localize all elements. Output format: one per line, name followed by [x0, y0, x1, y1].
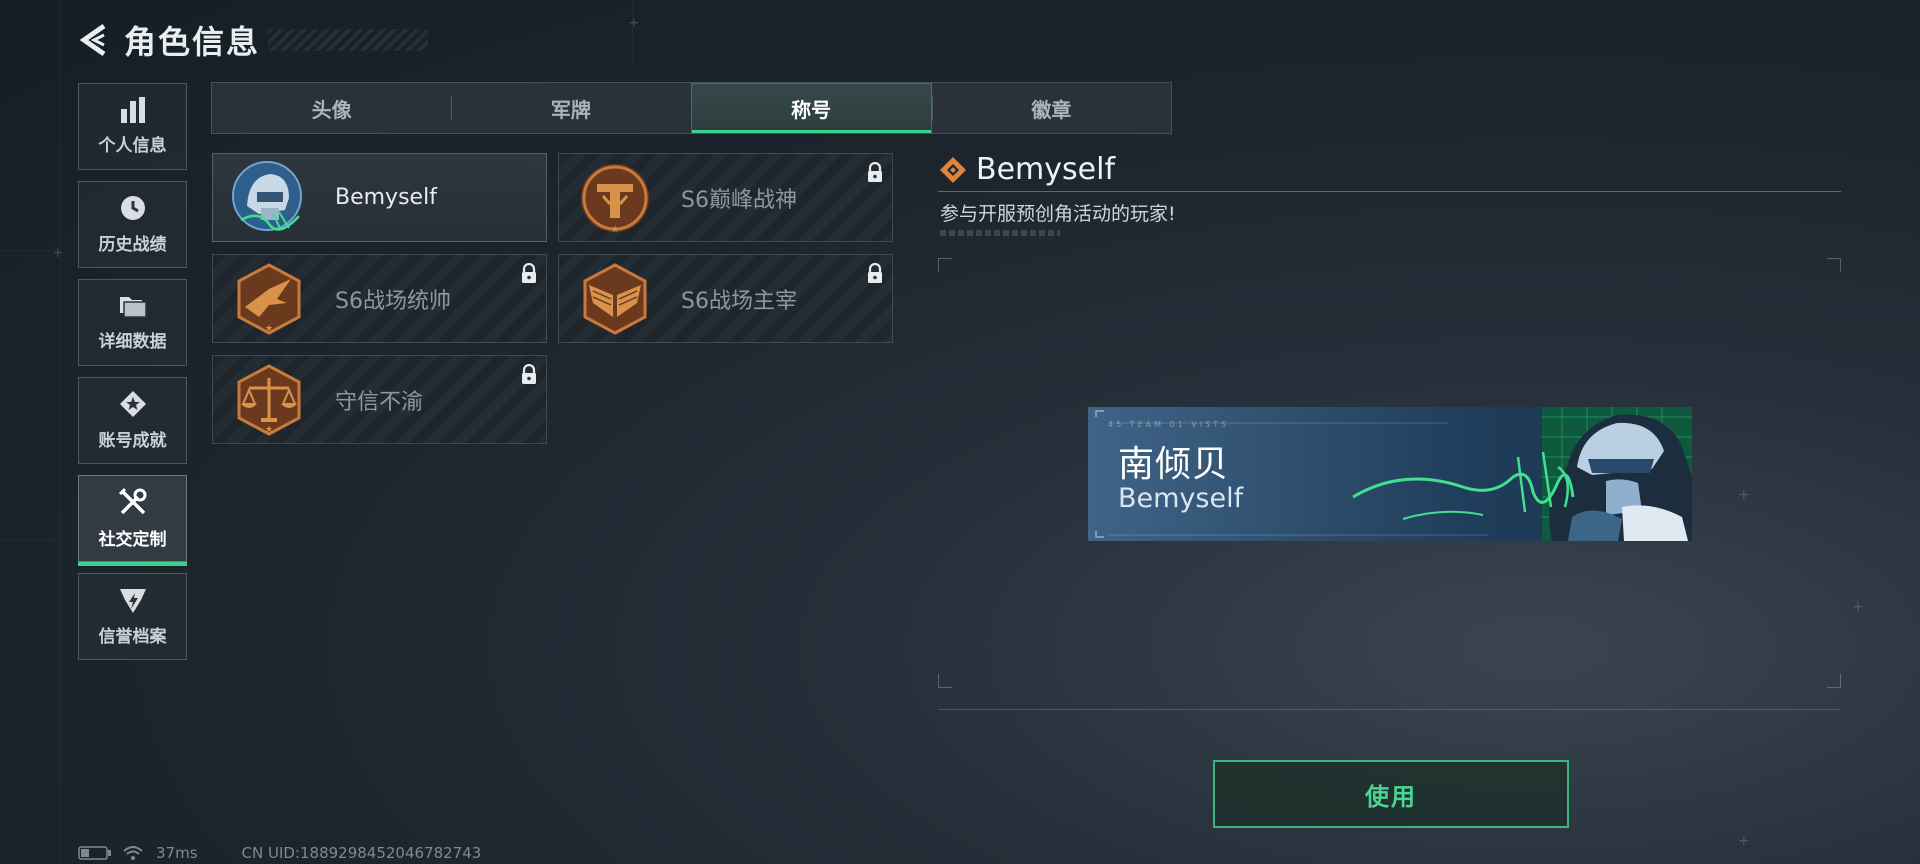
tab-dogtag[interactable]: 军牌: [451, 83, 690, 133]
svg-text:★: ★: [611, 225, 619, 235]
sidebar-item-reputation[interactable]: 信誉档案: [78, 573, 187, 660]
wifi-icon: [123, 846, 143, 860]
use-button[interactable]: 使用: [1213, 760, 1569, 828]
sidebar-item-label: 社交定制: [98, 530, 167, 550]
bg-plus-mark: +: [1852, 599, 1864, 615]
scales-emblem-icon: ★: [237, 363, 301, 436]
lock-icon: [868, 162, 882, 182]
title-card-name: Bemyself: [335, 185, 437, 210]
bg-plus-mark: +: [628, 15, 640, 31]
title-card-s6-dominator[interactable]: S6战场主宰: [558, 254, 893, 343]
signature-icon: [1352, 451, 1575, 520]
lock-icon: [522, 364, 536, 384]
bg-plus-mark: +: [52, 245, 64, 261]
bg-grid-line: [60, 0, 61, 864]
title-decoration: [268, 29, 429, 51]
lock-icon: [868, 263, 882, 283]
wings-emblem-icon: [583, 262, 647, 335]
frame-corner: [1827, 674, 1841, 688]
sidebar-item-label: 个人信息: [98, 136, 167, 156]
bg-plus-mark: +: [1738, 833, 1750, 849]
sidebar-item-label: 信誉档案: [98, 627, 167, 647]
jet-emblem-icon: ★: [237, 262, 301, 335]
divider: [938, 191, 1841, 192]
sidebar-item-label: 历史战绩: [98, 235, 167, 255]
sidebar-item-achievements[interactable]: 账号成就: [78, 377, 187, 464]
ping-readout: 37ms: [156, 844, 198, 862]
sidebar-item-social[interactable]: 社交定制: [78, 475, 187, 566]
shield-icon: [119, 589, 146, 613]
bar-chart-icon: [120, 97, 145, 123]
uid-text: CN UID:1889298452046782743: [241, 844, 482, 862]
use-button-label: 使用: [1365, 782, 1417, 811]
divider: [938, 709, 1841, 710]
frame-corner: [938, 674, 952, 688]
title-card-faithful[interactable]: ★ 守信不渝: [212, 355, 547, 444]
bg-grid-line: [0, 250, 60, 251]
clock-icon: [120, 196, 145, 220]
tab-bar: 头像 军牌 称号 徽章: [211, 82, 1172, 134]
battery-icon: [78, 846, 111, 860]
frame-corner: [1827, 258, 1841, 272]
detail-header: Bemyself: [938, 152, 1115, 187]
chevron-left-icon: [80, 23, 106, 57]
description-decoration: [940, 230, 1060, 236]
helmet-avatar-icon: [232, 160, 302, 231]
svg-text:★: ★: [265, 425, 273, 435]
title-banner-preview: 45 TEAM 01 VISTS 南倾贝 Bemyself: [1088, 407, 1692, 541]
status-bar: 37ms CN UID:1889298452046782743: [78, 844, 481, 862]
title-card-name: S6巅峰战神: [681, 187, 797, 213]
title-card-name: S6战场主宰: [681, 288, 797, 314]
tab-avatar[interactable]: 头像: [212, 83, 451, 133]
sidebar-item-history[interactable]: 历史战绩: [78, 181, 187, 268]
detail-description: 参与开服预创角活动的玩家!: [940, 203, 1176, 225]
tools-icon: [118, 487, 146, 515]
sidebar: 个人信息 历史战绩 详细数据 账号成就 社交定制 信誉档案: [78, 83, 187, 671]
lock-icon: [522, 263, 536, 283]
detail-title-name: Bemyself: [976, 152, 1115, 187]
sidebar-item-personal-info[interactable]: 个人信息: [78, 83, 187, 170]
achievement-icon: [119, 391, 146, 417]
banner-name-cn: 南倾贝: [1118, 444, 1230, 485]
bg-grid-line: [632, 0, 633, 64]
page-header: 角色信息: [78, 18, 429, 62]
back-button[interactable]: [78, 22, 114, 58]
folder-icon: [119, 297, 147, 318]
page-title: 角色信息: [124, 23, 261, 61]
title-card-bemyself[interactable]: Bemyself: [212, 153, 547, 242]
tab-title[interactable]: 称号: [690, 83, 932, 133]
svg-text:★: ★: [265, 324, 273, 334]
sidebar-item-details[interactable]: 详细数据: [78, 279, 187, 366]
sidebar-item-label: 账号成就: [98, 431, 167, 451]
title-card-s6-commander[interactable]: ★ S6战场统帅: [212, 254, 547, 343]
diamond-icon: [940, 156, 966, 183]
title-card-name: 守信不渝: [335, 389, 424, 415]
sidebar-item-label: 详细数据: [98, 332, 167, 352]
t-emblem-icon: ★: [581, 163, 649, 235]
banner-name-en: Bemyself: [1118, 483, 1244, 514]
title-card-s6-peak[interactable]: ★ S6巅峰战神: [558, 153, 893, 242]
bg-grid-line: [0, 540, 60, 541]
frame-corner: [938, 258, 952, 272]
title-card-name: S6战场统帅: [335, 288, 451, 314]
tab-badge[interactable]: 徽章: [931, 83, 1171, 133]
